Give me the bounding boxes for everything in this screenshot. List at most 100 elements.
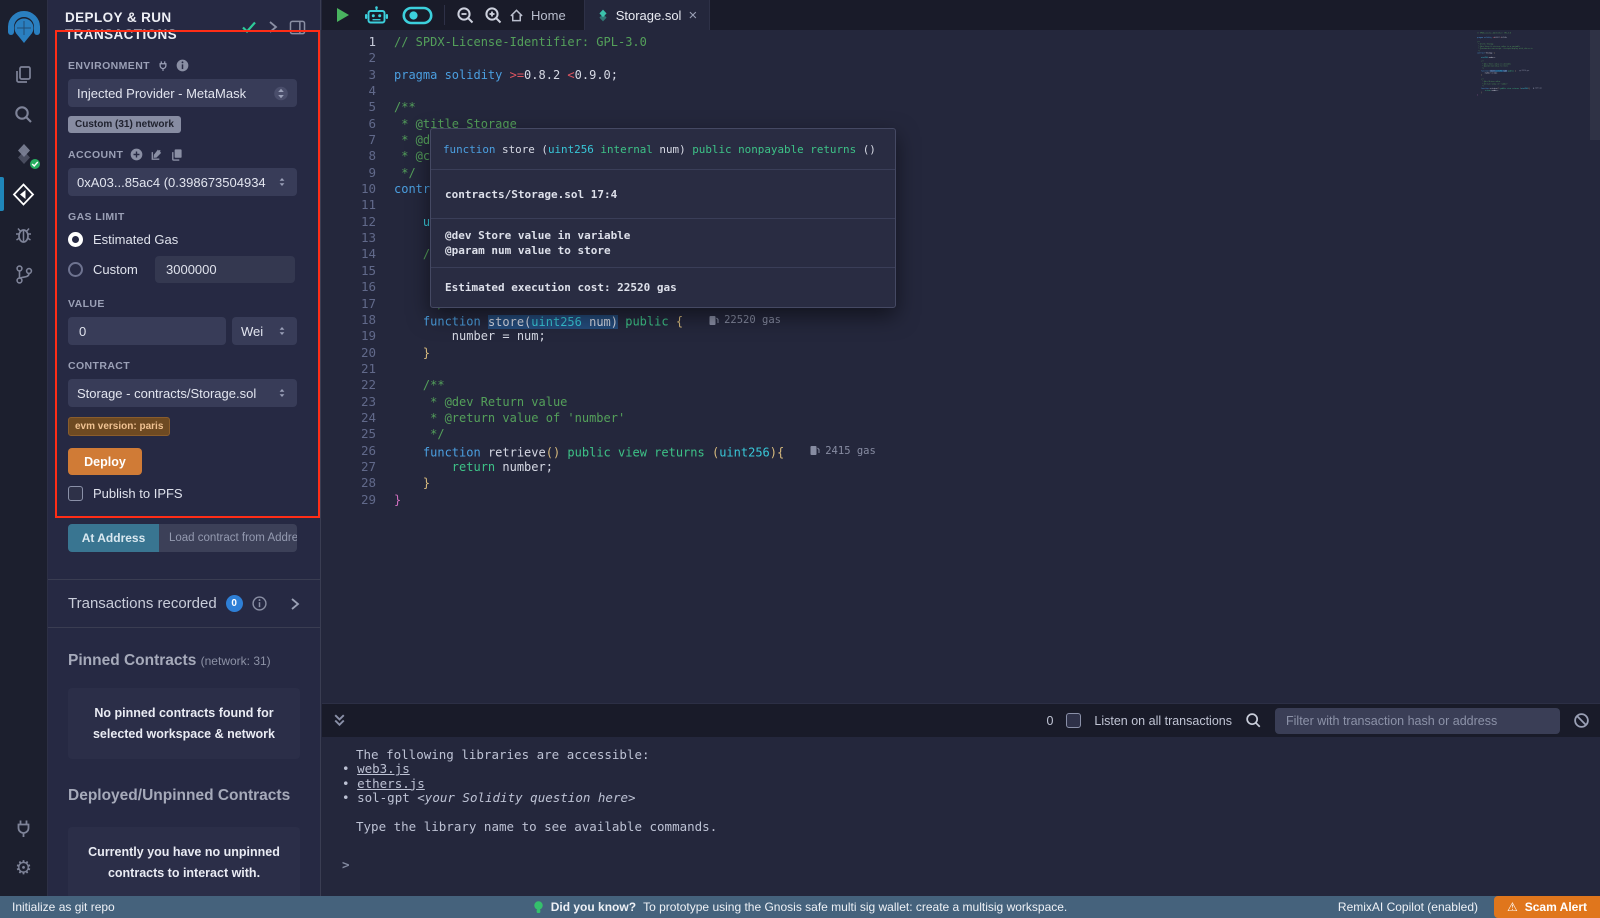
copilot-status[interactable]: RemixAI Copilot (enabled) <box>1338 900 1478 914</box>
run-script-button[interactable] <box>337 8 349 22</box>
expand-chevron-icon[interactable] <box>290 597 300 611</box>
line-number: 21 <box>322 361 376 377</box>
chevron-right-icon[interactable] <box>268 20 278 34</box>
publish-ipfs-option[interactable]: Publish to IPFS <box>68 486 297 501</box>
terminal-link[interactable]: ethers.js <box>357 776 425 791</box>
clear-ban-icon[interactable] <box>1573 712 1590 729</box>
custom-gas-input[interactable] <box>155 256 295 283</box>
line-number: 28 <box>322 475 376 491</box>
code-line: return number; <box>394 459 876 475</box>
code-line: // SPDX-License-Identifier: GPL-3.0 <box>1477 32 1492 34</box>
transaction-count: 0 <box>1046 714 1053 728</box>
pinned-contracts-title: Pinned Contracts (network: 31) <box>68 652 300 670</box>
value-unit-select[interactable]: Wei <box>232 317 297 345</box>
zoom-out-icon[interactable] <box>456 6 475 25</box>
sidebar-item-git[interactable] <box>0 254 48 294</box>
line-number-gutter: 1234567891011121314151617181920212223242… <box>322 34 376 508</box>
line-number: 7 <box>322 132 376 148</box>
tooltip-doc-param: @param num value to store <box>445 243 881 258</box>
environment-label: ENVIRONMENT <box>68 59 297 72</box>
code-line: pragma solidity >=0.8.2 <0.9.0; <box>394 67 876 83</box>
pin-panel-icon[interactable] <box>289 20 306 35</box>
info-icon[interactable] <box>176 59 189 72</box>
tooltip-gas-cost: Estimated execution cost: 22520 gas <box>431 267 895 307</box>
plug-mini-icon <box>157 60 169 72</box>
line-number: 14 <box>322 246 376 262</box>
radio-unselected[interactable] <box>68 262 83 277</box>
sidebar-item-solidity-compiler[interactable] <box>0 134 48 174</box>
git-init-button[interactable]: Initialize as git repo <box>0 900 115 914</box>
tooltip-doc-dev: @dev Store value in variable <box>445 228 881 243</box>
radio-selected[interactable] <box>68 232 83 247</box>
line-number: 16 <box>322 279 376 295</box>
deploy-button[interactable]: Deploy <box>68 448 142 475</box>
active-indicator <box>0 177 4 211</box>
line-number: 8 <box>322 148 376 164</box>
compile-success-badge <box>28 157 42 171</box>
remix-logo[interactable] <box>0 2 48 54</box>
search-icon <box>13 104 34 125</box>
code-editor[interactable]: 1234567891011121314151617181920212223242… <box>322 30 1600 703</box>
terminal-output[interactable]: The following libraries are accessible:•… <box>322 737 1600 896</box>
sidebar-item-debugger[interactable] <box>0 214 48 254</box>
tab-label: Storage.sol <box>616 8 682 23</box>
unpinned-empty-line2: contracts to interact with. <box>84 863 284 884</box>
sidebar-item-plugin-manager[interactable] <box>0 808 48 848</box>
terminal-link[interactable]: web3.js <box>357 761 410 776</box>
copy-account-icon[interactable] <box>170 148 183 161</box>
transaction-filter-input[interactable] <box>1275 708 1560 734</box>
custom-gas-label: Custom <box>93 262 145 277</box>
contract-select[interactable]: Storage - contracts/Storage.sol <box>68 379 297 407</box>
copilot-toggle[interactable] <box>402 6 433 25</box>
value-unit: Wei <box>241 324 263 339</box>
scam-alert-label: Scam Alert <box>1525 900 1587 914</box>
listen-all-label: Listen on all transactions <box>1094 714 1232 728</box>
line-number: 5 <box>322 99 376 115</box>
terminal-search-icon[interactable] <box>1245 712 1262 729</box>
divider <box>48 627 320 628</box>
value-input[interactable] <box>68 317 226 345</box>
add-account-icon[interactable] <box>130 148 143 161</box>
tooltip-location: contracts/Storage.sol 17:4 <box>431 169 895 218</box>
editor-scrollbar[interactable] <box>1590 30 1600 140</box>
zoom-in-icon[interactable] <box>484 6 503 25</box>
gas-pump-icon <box>810 445 820 456</box>
line-number: 6 <box>322 116 376 132</box>
home-tab[interactable]: Home <box>509 8 566 23</box>
minimap[interactable]: // SPDX-License-Identifier: GPL-3.0pragm… <box>1477 32 1591 242</box>
expand-terminal-icon[interactable] <box>332 713 347 728</box>
account-select[interactable]: 0xA03...85ac4 (0.398673504934 <box>68 168 297 196</box>
line-number: 29 <box>322 492 376 508</box>
line-number: 4 <box>322 83 376 99</box>
check-icon <box>31 160 39 168</box>
info-outline-icon[interactable] <box>252 596 267 611</box>
edit-account-icon[interactable] <box>150 148 163 161</box>
code-line: function store(uint256 num) public {2252… <box>394 312 876 328</box>
at-address-input[interactable]: Load contract from Addres <box>159 524 297 552</box>
tab-storage-sol[interactable]: Storage.sol × <box>584 0 711 30</box>
status-bar: Initialize as git repo Did you know? To … <box>0 896 1600 918</box>
remixai-robot-icon[interactable] <box>364 6 389 25</box>
gear-icon: ⚙ <box>15 857 32 879</box>
terminal-prompt[interactable]: > <box>342 857 1600 872</box>
gas-pump-icon <box>709 315 719 326</box>
unpinned-contracts-title: Deployed/Unpinned Contracts <box>68 787 300 805</box>
sidebar-item-file-explorer[interactable] <box>0 54 48 94</box>
estimated-gas-option[interactable]: Estimated Gas <box>68 232 297 247</box>
sidebar-item-settings[interactable]: ⚙ <box>0 848 48 888</box>
at-address-button[interactable]: At Address <box>68 524 159 552</box>
listen-all-checkbox[interactable] <box>1066 713 1081 728</box>
sidebar-item-search[interactable] <box>0 94 48 134</box>
sidebar-item-deploy-run[interactable] <box>0 174 48 214</box>
line-number: 13 <box>322 230 376 246</box>
environment-select[interactable]: Injected Provider - MetaMask <box>68 79 297 107</box>
custom-gas-option[interactable]: Custom <box>68 256 297 283</box>
scam-alert-button[interactable]: ⚠ Scam Alert <box>1494 896 1600 918</box>
tab-close-icon[interactable]: × <box>688 8 697 23</box>
code-line: contract Storage { <box>1477 52 1492 54</box>
ipfs-checkbox[interactable] <box>68 486 83 501</box>
code-line: function retrieve() public view returns … <box>394 443 876 459</box>
transactions-recorded-row[interactable]: Transactions recorded 0 <box>48 580 320 627</box>
line-number: 26 <box>322 443 376 459</box>
tip-label: Did you know? <box>551 900 636 914</box>
